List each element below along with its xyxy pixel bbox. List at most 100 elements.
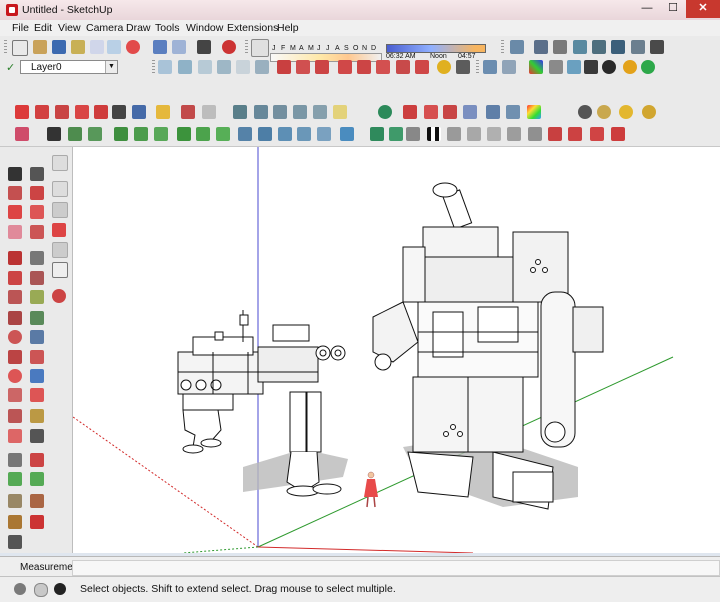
component-icon[interactable]	[483, 60, 497, 74]
tool-icon[interactable]	[463, 105, 477, 119]
xray-icon[interactable]	[534, 40, 548, 54]
previous-view-icon[interactable]	[30, 388, 44, 402]
bulb-icon[interactable]	[623, 60, 637, 74]
walk-icon[interactable]	[8, 535, 22, 549]
menu-help[interactable]: Help	[277, 22, 299, 34]
measurements-input[interactable]	[72, 560, 720, 576]
warehouse-icon[interactable]	[549, 60, 563, 74]
layer-select[interactable]: Layer0 ▼	[20, 60, 118, 74]
minimize-button[interactable]: —	[634, 0, 660, 18]
tool-icon[interactable]	[443, 105, 457, 119]
go-icon[interactable]	[641, 60, 655, 74]
protractor-icon[interactable]	[30, 494, 44, 508]
orbit-icon[interactable]	[181, 105, 195, 119]
sandbox-icon[interactable]	[35, 105, 49, 119]
move-tool-icon[interactable]	[30, 186, 44, 200]
make-component-icon[interactable]	[8, 186, 22, 200]
align-icon[interactable]	[134, 127, 148, 141]
tape-measure-icon[interactable]	[8, 453, 22, 467]
rotate-tool-icon[interactable]	[30, 205, 44, 219]
draw-icon[interactable]	[15, 127, 29, 141]
light-icon[interactable]	[619, 105, 633, 119]
solid-icon[interactable]	[611, 127, 625, 141]
wireframe-icon[interactable]	[573, 40, 587, 54]
solid-icon[interactable]	[467, 127, 481, 141]
tool-icon[interactable]	[486, 105, 500, 119]
dimension-icon[interactable]	[216, 127, 230, 141]
layout-icon[interactable]	[584, 60, 598, 74]
orbit-icon[interactable]	[30, 290, 44, 304]
coin-icon[interactable]	[597, 105, 611, 119]
menu-camera[interactable]: Camera	[86, 22, 123, 34]
wall-icon[interactable]	[233, 105, 247, 119]
grid-icon[interactable]	[238, 127, 252, 141]
save-icon[interactable]	[52, 40, 66, 54]
follow-me-icon[interactable]	[30, 251, 44, 265]
layer-icon[interactable]	[370, 127, 384, 141]
new-file-icon[interactable]	[12, 40, 28, 56]
iso-view-icon[interactable]	[158, 60, 172, 74]
component-icon[interactable]	[30, 167, 44, 181]
grid-icon[interactable]	[340, 127, 354, 141]
cube-icon[interactable]	[406, 127, 420, 141]
sandbox-from-scratch-icon[interactable]	[52, 181, 68, 197]
add-detail-icon[interactable]	[52, 262, 68, 278]
axes-icon[interactable]	[30, 472, 44, 486]
rectangle-icon[interactable]	[8, 290, 22, 304]
line-icon[interactable]	[112, 105, 126, 119]
menu-extensions[interactable]: Extensions	[227, 22, 278, 34]
back-view-icon[interactable]	[236, 60, 250, 74]
tools-icon[interactable]	[456, 60, 470, 74]
textured-icon[interactable]	[631, 40, 645, 54]
circle-icon[interactable]	[578, 105, 592, 119]
shadow-toggle-icon[interactable]	[251, 39, 269, 57]
tool-icon[interactable]	[403, 105, 417, 119]
pie-icon[interactable]	[8, 388, 22, 402]
roof-icon[interactable]	[333, 105, 347, 119]
paste-icon[interactable]	[107, 40, 121, 54]
menu-edit[interactable]: Edit	[34, 22, 52, 34]
right-view-icon[interactable]	[217, 60, 231, 74]
dimension-icon[interactable]	[8, 472, 22, 486]
scale-tool-icon[interactable]	[30, 225, 44, 239]
section-plane-icon[interactable]	[277, 60, 291, 74]
rotated-rectangle-icon[interactable]	[8, 311, 22, 325]
grid-icon[interactable]	[258, 127, 272, 141]
cut-icon[interactable]	[71, 40, 85, 54]
menu-file[interactable]: File	[12, 22, 29, 34]
geo-location-icon[interactable]	[14, 583, 26, 595]
light-icon[interactable]	[642, 105, 656, 119]
left-view-icon[interactable]	[255, 60, 269, 74]
grid-icon[interactable]	[278, 127, 292, 141]
line-icon[interactable]	[8, 251, 22, 265]
grid-icon[interactable]	[317, 127, 331, 141]
stamp-icon[interactable]	[52, 223, 66, 237]
time-slider[interactable]	[386, 44, 486, 53]
eraser-icon[interactable]	[8, 225, 22, 239]
solid-icon[interactable]	[528, 127, 542, 141]
model-canvas[interactable]	[73, 147, 720, 553]
solid-icon[interactable]	[548, 127, 562, 141]
user-icon[interactable]	[54, 583, 66, 595]
scale-figure[interactable]	[364, 471, 378, 508]
close-button[interactable]: ✕	[686, 0, 720, 18]
freehand-icon[interactable]	[8, 271, 22, 285]
monochrome-icon[interactable]	[650, 40, 664, 54]
solid-icon[interactable]	[568, 127, 582, 141]
smoove-icon[interactable]	[52, 202, 68, 218]
select-icon[interactable]	[8, 167, 22, 181]
refresh-icon[interactable]	[378, 105, 392, 119]
follow-me-icon[interactable]	[415, 60, 429, 74]
menu-tools[interactable]: Tools	[155, 22, 180, 34]
menu-view[interactable]: View	[58, 22, 81, 34]
move-icon[interactable]	[338, 60, 352, 74]
sun-icon[interactable]	[437, 60, 451, 74]
model-info-icon[interactable]	[222, 40, 236, 54]
solid-icon[interactable]	[507, 127, 521, 141]
front-view-icon[interactable]	[198, 60, 212, 74]
toolbar-grip[interactable]	[476, 60, 479, 75]
door-icon[interactable]	[254, 105, 268, 119]
circle-icon[interactable]	[8, 330, 22, 344]
zoom-window-icon[interactable]	[30, 350, 44, 364]
erase-icon[interactable]	[126, 40, 140, 54]
